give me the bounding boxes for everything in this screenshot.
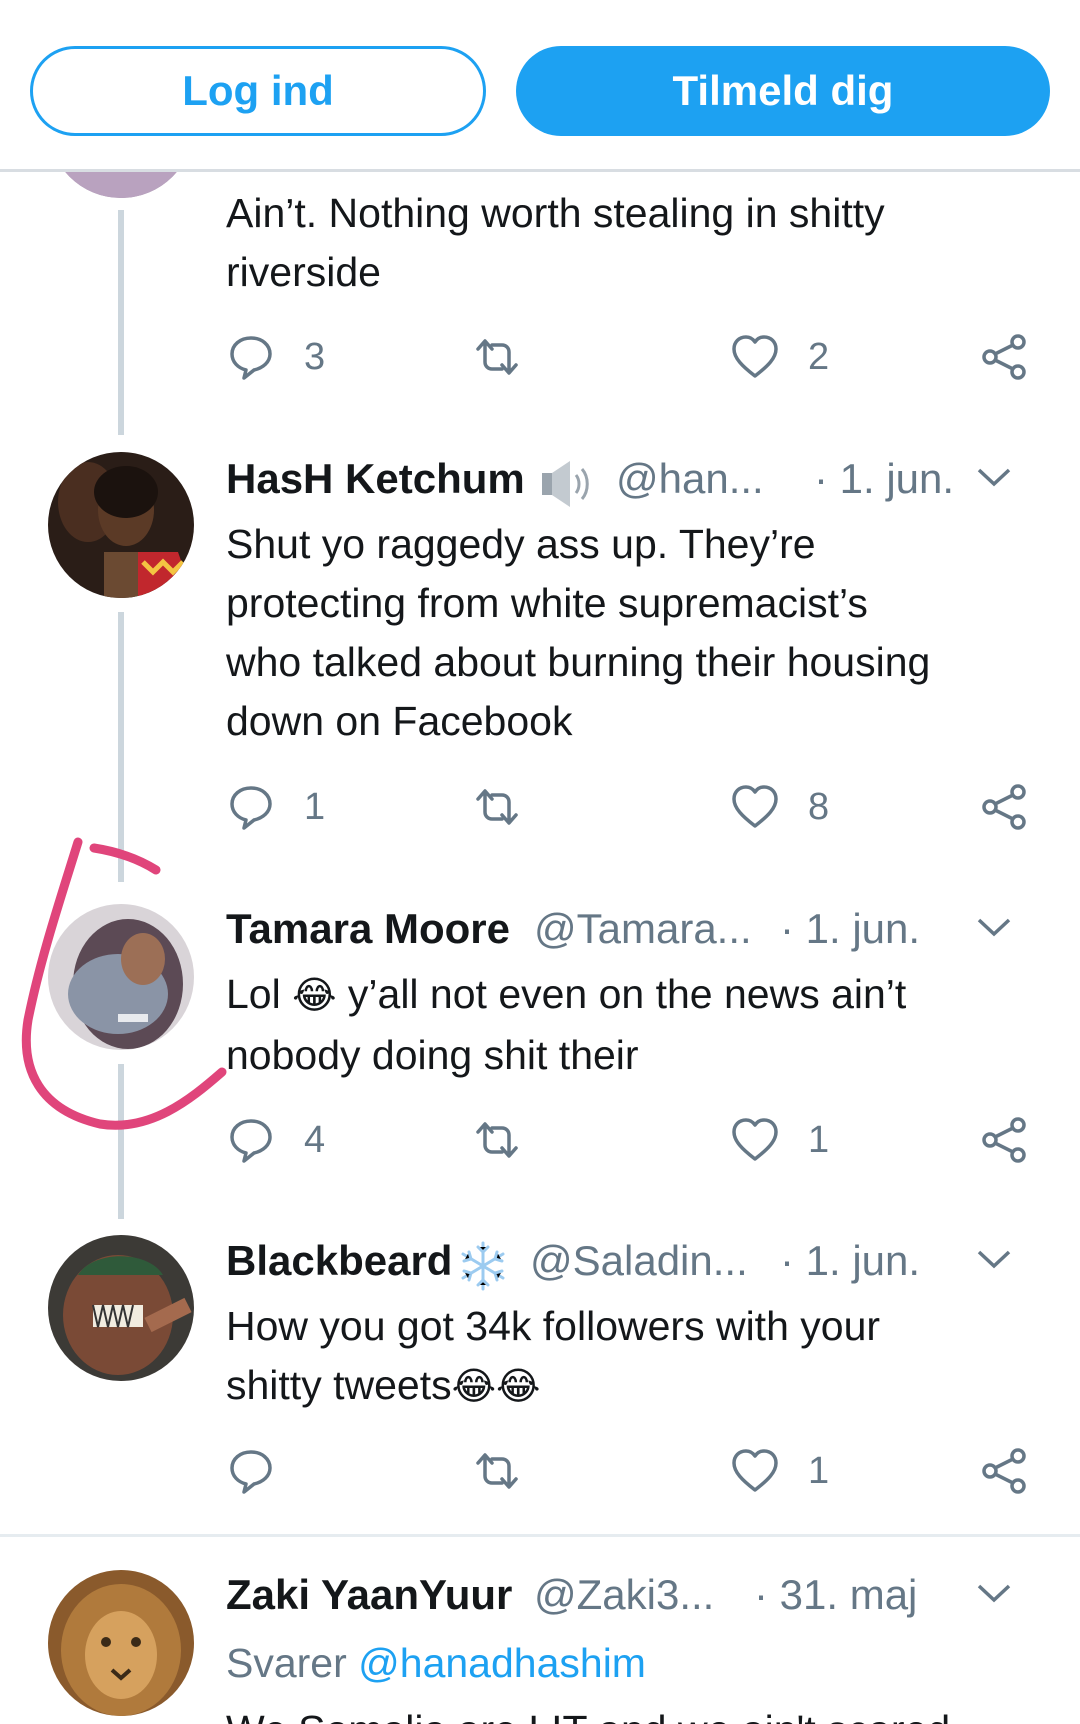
top-bar-cover: Log ind Tilmeld dig bbox=[0, 0, 1080, 172]
retweet-icon bbox=[476, 1122, 518, 1158]
timestamp[interactable]: · 31. maj bbox=[754, 1571, 917, 1619]
avatar[interactable] bbox=[48, 1570, 194, 1716]
heart-icon bbox=[732, 1449, 778, 1492]
handle[interactable]: @han... bbox=[616, 455, 764, 503]
handle[interactable]: @Zaki3... bbox=[534, 1571, 714, 1619]
retweet-button[interactable] bbox=[472, 332, 522, 382]
thread-line bbox=[118, 612, 124, 882]
tweet-text: Ain’t. Nothing worth stealing in shitty … bbox=[226, 190, 885, 295]
tears-of-joy-emoji: 😂 bbox=[292, 975, 337, 1017]
heart-icon bbox=[732, 335, 778, 378]
reply-button[interactable]: 3 bbox=[226, 332, 325, 382]
reply-button[interactable]: 4 bbox=[226, 1115, 325, 1165]
timestamp[interactable]: · 1. jun. bbox=[780, 1237, 920, 1285]
avatar[interactable] bbox=[48, 452, 194, 598]
tweet-header: Tamara Moore @Tamara... · 1. jun. bbox=[226, 905, 1046, 961]
divider bbox=[0, 1534, 1080, 1537]
signup-button[interactable]: Tilmeld dig bbox=[516, 46, 1050, 136]
tweet-text: Lol 😂 y’all not even on the news ain’t n… bbox=[226, 965, 1026, 1085]
retweet-button[interactable] bbox=[472, 782, 522, 832]
tweet-actions: 3 2 bbox=[226, 332, 1046, 392]
share-icon bbox=[982, 1117, 1026, 1163]
display-name[interactable]: HasH Ketchum bbox=[226, 455, 525, 503]
tears-of-joy-emoji: 😂😂 bbox=[451, 1366, 541, 1408]
share-icon bbox=[982, 784, 1026, 830]
thread-line bbox=[118, 1064, 124, 1219]
reply-icon bbox=[230, 1450, 272, 1494]
share-icon bbox=[982, 1448, 1026, 1494]
share-icon bbox=[982, 334, 1026, 380]
tweet-text: How you got 34k followers with your shit… bbox=[226, 1297, 1026, 1417]
chevron-down-icon[interactable] bbox=[976, 915, 1012, 939]
retweet-icon bbox=[476, 789, 518, 825]
share-button[interactable] bbox=[980, 1115, 1030, 1165]
tweet-actions: 1 8 bbox=[226, 782, 1046, 842]
reply-icon bbox=[230, 786, 272, 830]
reply-icon bbox=[230, 336, 272, 380]
tweet-actions: 1 bbox=[226, 1446, 1046, 1506]
reply-to-handle[interactable]: @hanadhashim bbox=[358, 1640, 646, 1686]
tweet-actions: 4 1 bbox=[226, 1115, 1046, 1175]
heart-icon bbox=[732, 1118, 778, 1161]
like-button[interactable]: 2 bbox=[730, 332, 829, 382]
like-button[interactable]: 1 bbox=[730, 1446, 829, 1496]
avatar[interactable] bbox=[48, 904, 194, 1050]
heart-icon bbox=[732, 785, 778, 828]
chevron-down-icon[interactable] bbox=[976, 1581, 1012, 1605]
chevron-down-icon[interactable] bbox=[976, 1247, 1012, 1271]
retweet-icon bbox=[476, 339, 518, 375]
tweet-header: Zaki YaanYuur @Zaki3... · 31. maj bbox=[226, 1571, 1046, 1627]
avatar[interactable] bbox=[48, 1235, 194, 1381]
handle[interactable]: @Saladin... bbox=[530, 1237, 748, 1285]
share-button[interactable] bbox=[980, 1446, 1030, 1496]
retweet-button[interactable] bbox=[472, 1446, 522, 1496]
like-button[interactable]: 1 bbox=[730, 1115, 829, 1165]
chevron-down-icon[interactable] bbox=[976, 465, 1012, 489]
handle[interactable]: @Tamara... bbox=[534, 905, 752, 953]
retweet-button[interactable] bbox=[472, 1115, 522, 1165]
login-button[interactable]: Log ind bbox=[30, 46, 486, 136]
reply-button[interactable] bbox=[226, 1446, 304, 1496]
display-name[interactable]: Tamara Moore bbox=[226, 905, 510, 953]
reply-context: Svarer @hanadhashim bbox=[226, 1640, 646, 1686]
timestamp[interactable]: · 1. jun. bbox=[780, 905, 920, 953]
tweet-text: We Somalia are LIT and we ain't scared bbox=[226, 1695, 1026, 1724]
like-button[interactable]: 8 bbox=[730, 782, 829, 832]
tweet-text: Shut yo raggedy ass up. They’re protecti… bbox=[226, 521, 931, 744]
snowflake-icon bbox=[461, 1241, 505, 1291]
reply-button[interactable]: 1 bbox=[226, 782, 325, 832]
thread-line bbox=[118, 210, 124, 435]
display-name[interactable]: Blackbeard bbox=[226, 1237, 452, 1285]
retweet-icon bbox=[476, 1453, 518, 1489]
reply-icon bbox=[230, 1119, 272, 1163]
tweet-header: Blackbeard @Saladin... · 1. jun. bbox=[226, 1237, 1046, 1293]
share-button[interactable] bbox=[980, 332, 1030, 382]
speaker-icon bbox=[542, 461, 589, 507]
display-name[interactable]: Zaki YaanYuur bbox=[226, 1571, 512, 1619]
tweet-header: HasH Ketchum @han... · 1. jun. bbox=[226, 455, 1046, 511]
timestamp[interactable]: · 1. jun. bbox=[814, 455, 954, 503]
share-button[interactable] bbox=[980, 782, 1030, 832]
